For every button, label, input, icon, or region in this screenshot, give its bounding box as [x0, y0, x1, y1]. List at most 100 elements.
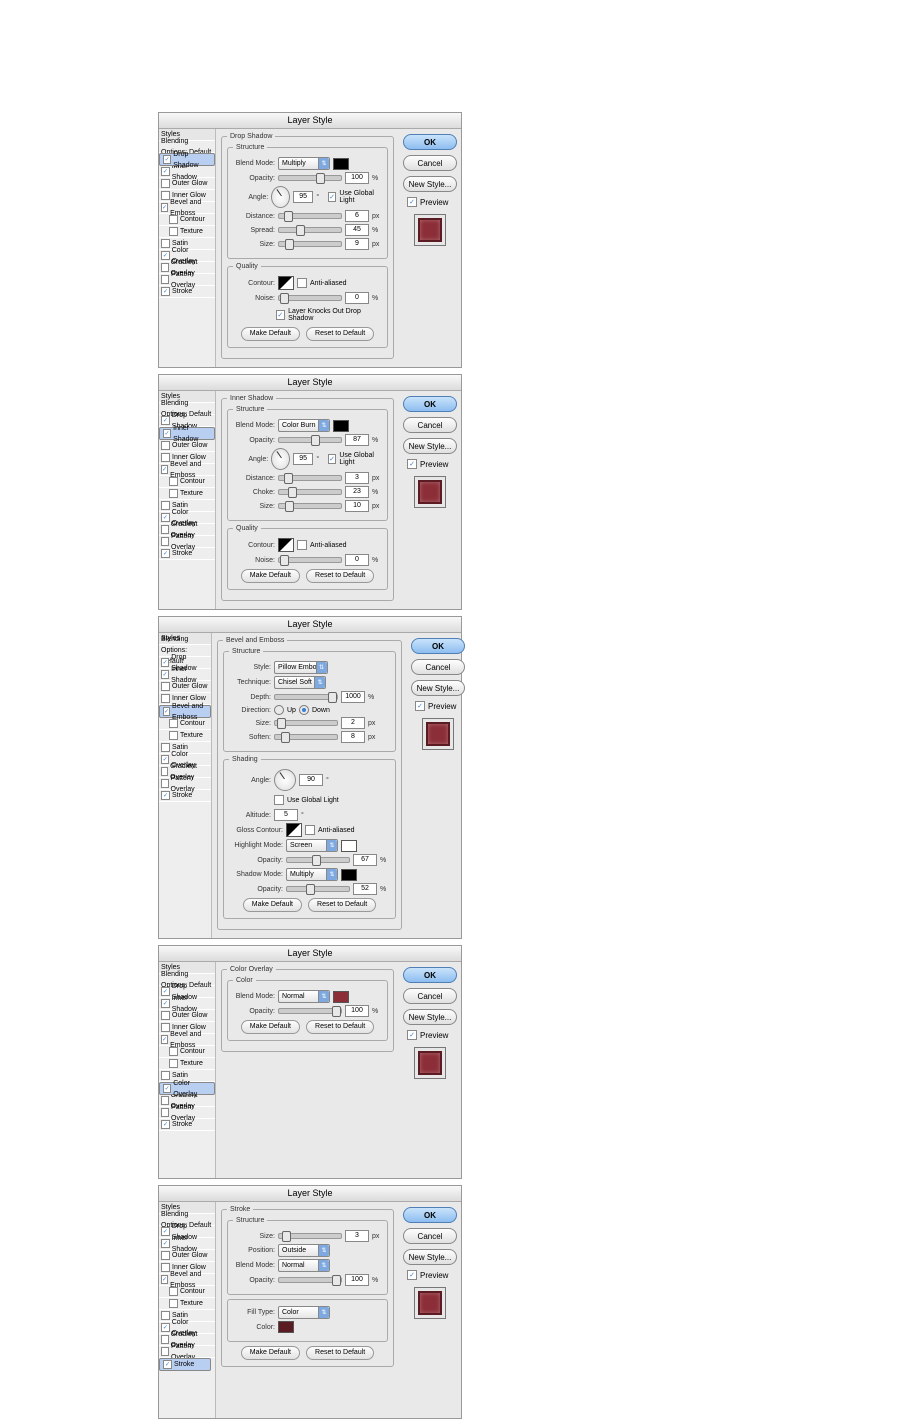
highlight-opacity-slider[interactable] [286, 857, 350, 863]
angle-dial[interactable] [271, 448, 290, 470]
sidebar-item-outer_glow[interactable]: Outer Glow [159, 1250, 215, 1262]
direction-down-radio[interactable] [299, 705, 309, 715]
slider-thumb[interactable] [285, 501, 294, 512]
choke-input[interactable]: 23 [345, 486, 369, 498]
checkbox-inner_glow[interactable] [161, 1263, 170, 1272]
checkbox-texture[interactable] [169, 1299, 178, 1308]
highlight-mode-select[interactable]: Screen⇅ [286, 839, 338, 852]
checkbox-pattern_overlay[interactable] [161, 537, 169, 546]
overlay-opacity-slider[interactable] [278, 1008, 342, 1014]
checkbox-stroke[interactable]: ✓ [163, 1360, 172, 1369]
new-style-button[interactable]: New Style... [403, 438, 457, 454]
checkbox-pattern_overlay[interactable] [161, 275, 169, 284]
technique-select[interactable]: Chisel Soft⇅ [274, 676, 326, 689]
stroke-size-slider[interactable] [278, 1233, 342, 1239]
stroke-blend-select[interactable]: Normal⇅ [278, 1259, 330, 1272]
sidebar-item-bevel[interactable]: ✓Bevel and Emboss [159, 464, 215, 476]
sidebar-item-texture[interactable]: Texture [159, 488, 215, 500]
overlay-blend-select[interactable]: Normal⇅ [278, 990, 330, 1003]
checkbox-inner_glow[interactable] [161, 453, 170, 462]
sidebar-item-drop_shadow[interactable]: ✓Drop Shadow [159, 153, 215, 166]
slider-thumb[interactable] [282, 1231, 291, 1242]
checkbox-contour[interactable] [169, 1047, 178, 1056]
checkbox-drop_shadow[interactable]: ✓ [161, 658, 169, 667]
checkbox-drop_shadow[interactable]: ✓ [161, 416, 170, 425]
checkbox-texture[interactable] [169, 1059, 178, 1068]
noise-input[interactable]: 0 [345, 554, 369, 566]
ok-button[interactable]: OK [403, 1207, 457, 1223]
checkbox-color_overlay[interactable]: ✓ [161, 251, 170, 260]
checkbox-drop_shadow[interactable]: ✓ [161, 987, 170, 996]
new-style-button[interactable]: New Style... [411, 680, 465, 696]
checkbox-contour[interactable] [169, 477, 178, 486]
preview-checkbox[interactable]: ✓ [407, 459, 417, 469]
altitude-input[interactable]: 5 [274, 809, 298, 821]
shadow-mode-select[interactable]: Multiply⇅ [286, 868, 338, 881]
sidebar-item-bevel[interactable]: ✓Bevel and Emboss [159, 1274, 215, 1286]
sidebar-item-bevel[interactable]: ✓Bevel and Emboss [159, 705, 211, 718]
bevel-style-select[interactable]: Pillow Emboss⇅ [274, 661, 328, 674]
checkbox-bevel[interactable]: ✓ [163, 707, 170, 716]
anti-aliased-checkbox[interactable]: Anti-aliased [297, 540, 347, 550]
checkbox-stroke[interactable]: ✓ [161, 287, 170, 296]
checkbox-satin[interactable] [161, 1071, 170, 1080]
shading-global-checkbox[interactable]: Use Global Light [274, 795, 339, 805]
slider-thumb[interactable] [280, 555, 289, 566]
make-default-button[interactable]: Make Default [241, 569, 300, 583]
checkbox-inner_shadow[interactable]: ✓ [161, 999, 170, 1008]
sidebar-item-pattern_overlay[interactable]: Pattern Overlay [159, 1107, 215, 1119]
checkbox-gradient_overlay[interactable] [161, 263, 169, 272]
make-default-button[interactable]: Make Default [241, 327, 300, 341]
sidebar-item-texture[interactable]: Texture [159, 226, 215, 238]
slider-thumb[interactable] [316, 173, 325, 184]
size-input[interactable]: 10 [345, 500, 369, 512]
slider-thumb[interactable] [332, 1275, 341, 1286]
checkbox-inner_glow[interactable] [161, 1023, 170, 1032]
checkbox-inner_glow[interactable] [161, 694, 170, 703]
checkbox-drop_shadow[interactable]: ✓ [161, 1227, 170, 1236]
opacity-input[interactable]: 100 [345, 172, 369, 184]
use-global-light-checkbox-box[interactable]: ✓ [328, 192, 337, 202]
cancel-button[interactable]: Cancel [403, 988, 457, 1004]
blend-mode-select[interactable]: Multiply⇅ [278, 157, 330, 170]
slider-thumb[interactable] [332, 1006, 341, 1017]
anti-aliased-checkbox-box[interactable] [297, 278, 307, 288]
size-input[interactable]: 9 [345, 238, 369, 250]
sidebar-item-outer_glow[interactable]: Outer Glow [159, 178, 215, 190]
checkbox-color_overlay[interactable]: ✓ [161, 513, 170, 522]
slider-thumb[interactable] [284, 211, 293, 222]
sidebar-item-bevel[interactable]: ✓Bevel and Emboss [159, 202, 215, 214]
sidebar-item-inner_shadow[interactable]: ✓Inner Shadow [159, 998, 215, 1010]
anti-aliased-checkbox[interactable]: Anti-aliased [297, 278, 347, 288]
checkbox-satin[interactable] [161, 239, 170, 248]
checkbox-outer_glow[interactable] [161, 682, 170, 691]
ok-button[interactable]: OK [403, 134, 457, 150]
sidebar-item-inner_shadow[interactable]: ✓Inner Shadow [159, 669, 211, 681]
checkbox-satin[interactable] [161, 743, 170, 752]
checkbox-contour[interactable] [169, 215, 178, 224]
checkbox-inner_shadow[interactable]: ✓ [163, 429, 171, 438]
spread-input[interactable]: 45 [345, 224, 369, 236]
distance-input[interactable]: 3 [345, 472, 369, 484]
opacity-slider[interactable] [278, 437, 342, 443]
checkbox-satin[interactable] [161, 501, 170, 510]
blend-color-swatch[interactable] [333, 158, 349, 170]
choke-slider[interactable] [278, 489, 342, 495]
preview-toggle[interactable]: ✓Preview [403, 1270, 448, 1280]
use-global-light-checkbox-box[interactable]: ✓ [328, 454, 337, 464]
direction-up-radio[interactable] [274, 705, 284, 715]
checkbox-satin[interactable] [161, 1311, 170, 1320]
highlight-swatch[interactable] [341, 840, 357, 852]
checkbox-outer_glow[interactable] [161, 1251, 170, 1260]
shading-angle-dial[interactable] [274, 769, 296, 791]
checkbox-texture[interactable] [169, 227, 178, 236]
contour-picker[interactable] [278, 276, 294, 290]
gloss-anti-checkbox-box[interactable] [305, 825, 315, 835]
distance-slider[interactable] [278, 475, 342, 481]
checkbox-inner_glow[interactable] [161, 191, 170, 200]
anti-aliased-checkbox-box[interactable] [297, 540, 307, 550]
opacity-input[interactable]: 87 [345, 434, 369, 446]
depth-input[interactable]: 1000 [341, 691, 365, 703]
overlay-opacity-input[interactable]: 100 [345, 1005, 369, 1017]
gloss-contour-picker[interactable] [286, 823, 302, 837]
